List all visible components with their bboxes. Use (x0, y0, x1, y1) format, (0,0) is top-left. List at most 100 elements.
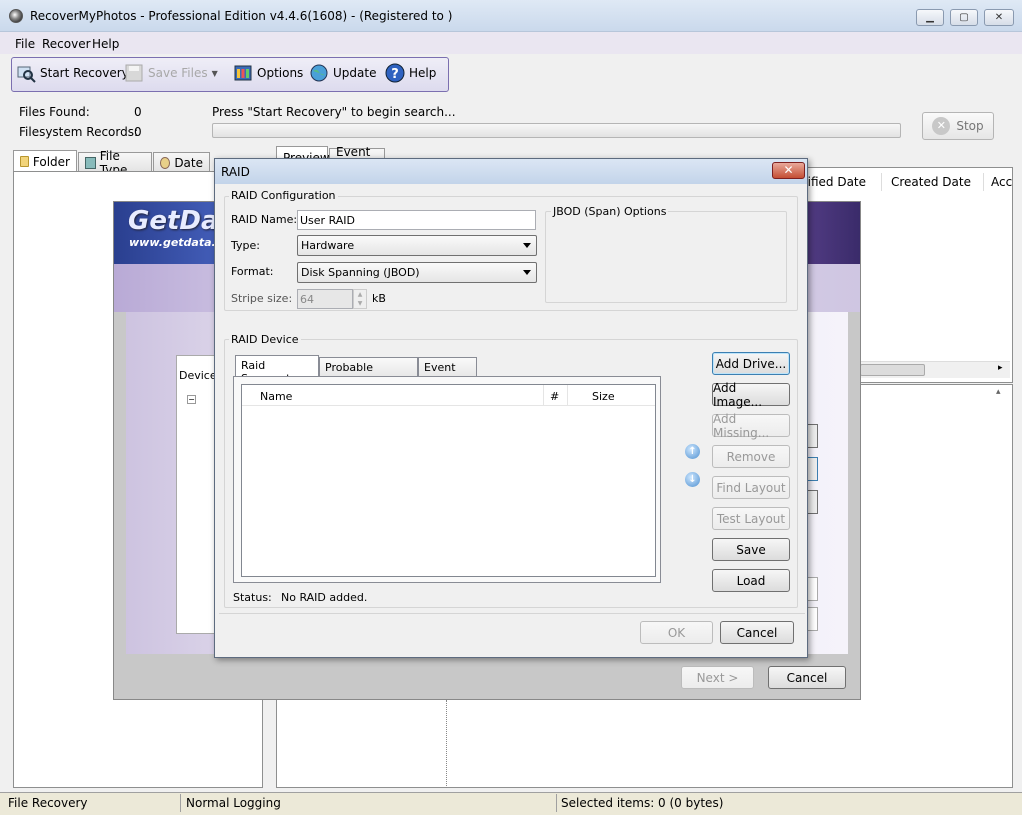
splitter[interactable] (446, 700, 449, 788)
status-selected: Selected items: 0 (0 bytes) (561, 796, 724, 810)
tab-date[interactable]: Date (153, 152, 210, 172)
options-label: Options (257, 66, 304, 80)
raid-format-value: Disk Spanning (JBOD) (301, 266, 420, 279)
magnifier-icon (17, 66, 36, 83)
tab-file-type[interactable]: File Type (78, 149, 152, 177)
device-list[interactable] (176, 355, 216, 634)
scrollbar-thumb[interactable] (860, 364, 925, 376)
stop-button: ✕ Stop (922, 112, 994, 140)
status-separator (556, 794, 557, 812)
find-layout-button: Find Layout (712, 476, 790, 499)
tab-date-label: Date (174, 155, 203, 170)
tree-collapse-icon[interactable]: − (187, 395, 196, 404)
partial-button (808, 490, 818, 514)
column-header-created[interactable]: Created Date (891, 175, 971, 189)
save-files-label: Save Files (148, 66, 208, 80)
update-button[interactable]: Update (309, 63, 376, 83)
jbod-options-group (545, 211, 787, 303)
raid-config-title: RAID Configuration (229, 189, 338, 202)
raid-type-label: Type: (231, 239, 260, 252)
start-recovery-label: Start Recovery (40, 66, 129, 80)
column-header-accessed[interactable]: Acc (991, 175, 1012, 189)
dropdown-arrow-icon: ▼ (211, 68, 218, 78)
globe-icon (310, 64, 328, 82)
files-found-label: Files Found: (19, 105, 90, 119)
title-bar: RecoverMyPhotos - Professional Edition v… (0, 0, 1022, 32)
move-down-icon[interactable]: ↓ (685, 472, 700, 487)
file-type-icon (85, 156, 96, 169)
partial-button (808, 457, 818, 481)
save-files-button: Save Files ▼ (124, 63, 218, 83)
options-button[interactable]: Options (233, 63, 303, 83)
menu-file[interactable]: File (15, 37, 35, 51)
column-divider (543, 385, 544, 406)
menu-recover[interactable]: Recover (42, 37, 91, 51)
scroll-right-icon[interactable]: ▸ (998, 363, 1003, 373)
remove-button: Remove (712, 445, 790, 468)
column-header-size[interactable]: Size (592, 390, 615, 403)
dialog-divider (219, 613, 805, 614)
raid-type-value: Hardware (301, 239, 355, 252)
raid-segments-list[interactable] (241, 384, 656, 577)
column-header-number[interactable]: # (550, 390, 559, 403)
column-divider (567, 385, 568, 406)
stripe-spinner: ▲ ▼ (353, 289, 367, 309)
raid-type-select[interactable]: Hardware (297, 235, 537, 256)
clock-icon (160, 156, 171, 169)
menu-help[interactable]: Help (92, 37, 119, 51)
move-up-icon[interactable]: ↑ (685, 444, 700, 459)
wizard-next-button: Next > (681, 666, 754, 689)
raid-dialog-title: RAID (221, 165, 250, 179)
save-button[interactable]: Save (712, 538, 790, 561)
stop-icon: ✕ (932, 117, 951, 135)
window-title: RecoverMyPhotos - Professional Edition v… (30, 9, 453, 23)
device-column-header: Device (179, 369, 217, 382)
fs-records-label: Filesystem Records: (19, 125, 139, 139)
close-button[interactable]: ✕ (984, 9, 1014, 26)
cancel-button[interactable]: Cancel (720, 621, 794, 644)
chevron-down-icon (523, 270, 531, 275)
minimize-button[interactable]: ▁ (916, 9, 944, 26)
column-divider (983, 173, 984, 191)
menu-bar (0, 32, 1022, 54)
add-drive-button[interactable]: Add Drive... (712, 352, 790, 375)
test-layout-button: Test Layout (712, 507, 790, 530)
status-message: Press "Start Recovery" to begin search..… (212, 105, 456, 119)
load-button[interactable]: Load (712, 569, 790, 592)
wizard-cancel-button[interactable]: Cancel (768, 666, 846, 689)
start-recovery-button[interactable]: Start Recovery (16, 63, 129, 83)
status-bar (0, 792, 1022, 815)
column-divider (881, 173, 882, 191)
add-image-button[interactable]: Add Image... (712, 381, 790, 409)
tab-raid-event-log[interactable]: Event Log (418, 357, 477, 387)
raid-status-value: No RAID added. (281, 591, 368, 604)
status-separator (180, 794, 181, 812)
update-label: Update (333, 66, 377, 80)
tab-folder[interactable]: Folder (13, 150, 77, 172)
add-missing-button: Add Missing... (712, 412, 790, 440)
tab-raid-segments[interactable]: Raid Segments (235, 355, 319, 385)
partial-button (808, 424, 818, 448)
raid-name-label: RAID Name: (231, 213, 298, 226)
tab-probable-solutions[interactable]: Probable Solutions (319, 357, 418, 387)
raid-status-label: Status: (233, 591, 272, 604)
floppy-icon (125, 64, 143, 82)
raid-close-button[interactable]: ✕ (772, 162, 805, 179)
raid-name-input[interactable]: User RAID (297, 210, 536, 230)
stripe-unit-label: kB (372, 292, 386, 305)
column-header-modified[interactable]: dified Date (800, 175, 866, 189)
maximize-button[interactable]: ▢ (950, 9, 978, 26)
search-progress-bar (212, 123, 901, 138)
help-button[interactable]: ? Help (385, 63, 436, 83)
raid-format-select[interactable]: Disk Spanning (JBOD) (297, 262, 537, 283)
partial-field (808, 577, 818, 601)
ok-button: OK (640, 621, 713, 644)
svg-text:?: ? (391, 67, 399, 82)
folder-icon (20, 156, 29, 167)
jbod-options-title: JBOD (Span) Options (551, 205, 669, 218)
stop-label: Stop (956, 119, 984, 133)
chevron-down-icon (523, 243, 531, 248)
help-icon: ? (385, 63, 405, 83)
column-header-name[interactable]: Name (260, 390, 292, 403)
scroll-up-icon[interactable]: ▴ (996, 387, 1001, 397)
